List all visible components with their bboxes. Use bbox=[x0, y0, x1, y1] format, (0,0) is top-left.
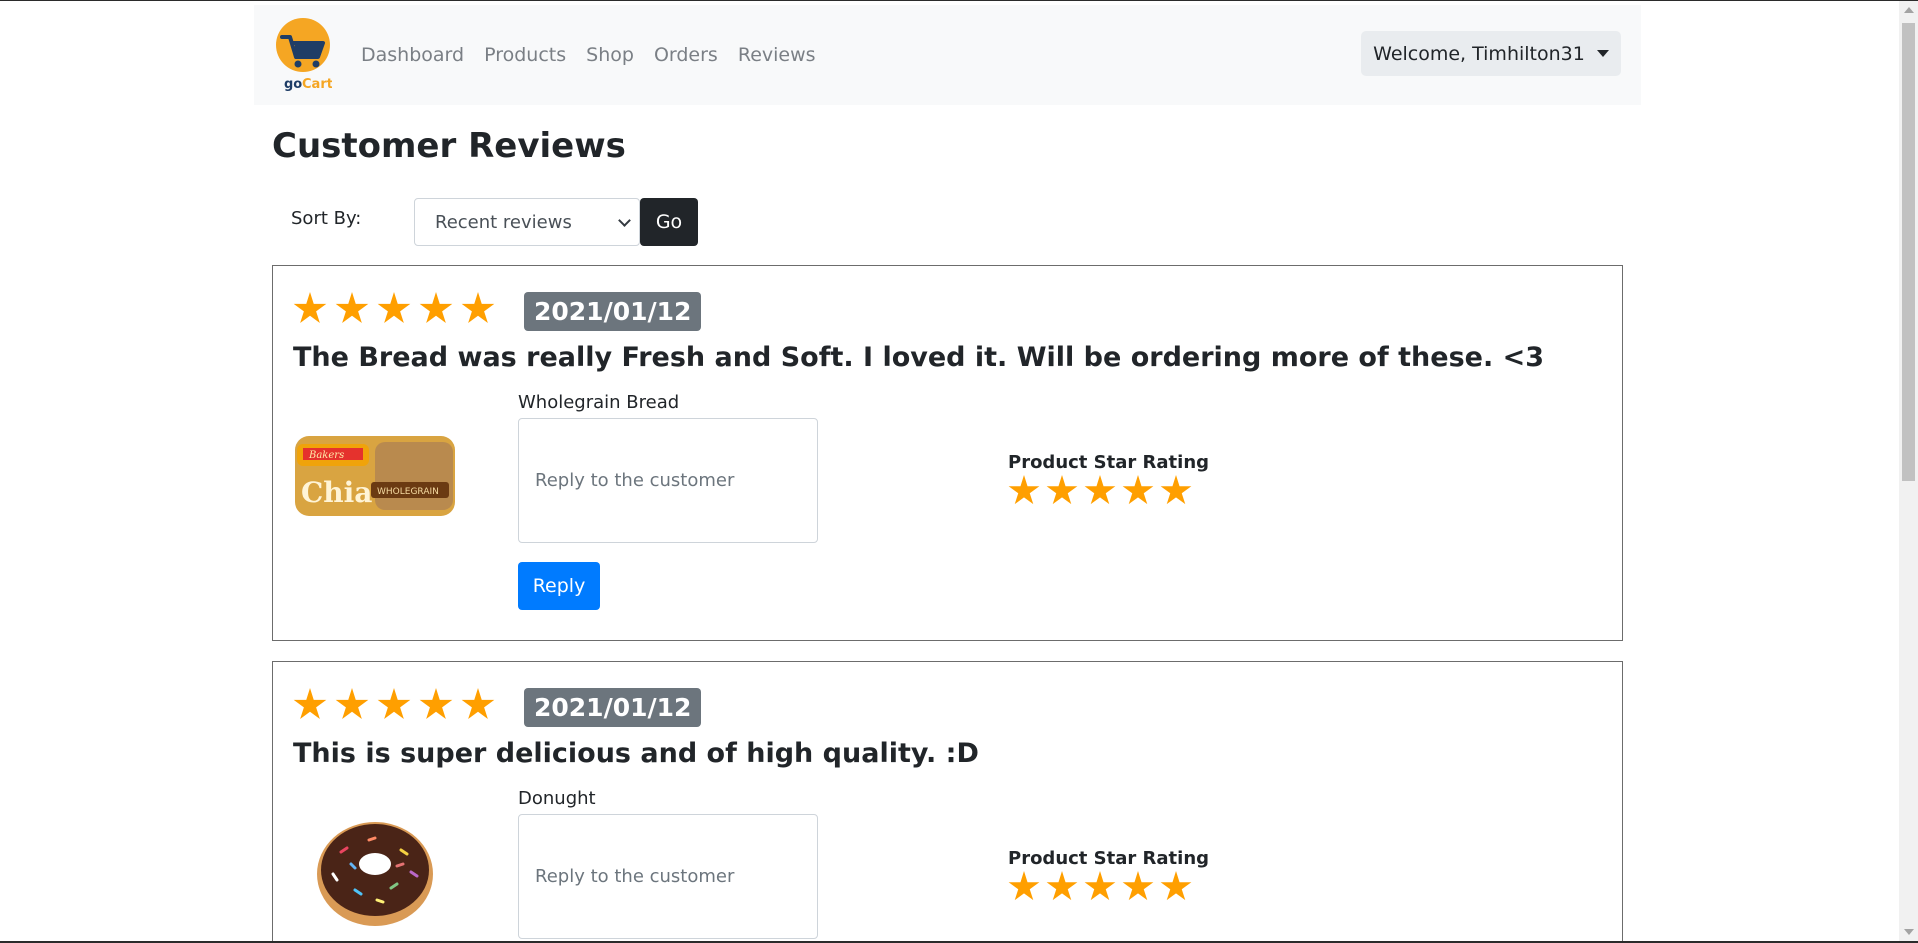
nav-link-dashboard[interactable]: Dashboard bbox=[361, 44, 464, 66]
product-rating-stars bbox=[1008, 475, 1209, 507]
star-icon bbox=[1008, 871, 1040, 901]
star-icon bbox=[419, 292, 453, 323]
bread-product-image: Bakers Chia WHOLEGRAIN bbox=[295, 436, 455, 516]
page-title: Customer Reviews bbox=[272, 126, 626, 166]
svg-text:Cart: Cart bbox=[302, 77, 332, 92]
review-card: 2021/01/12 The Bread was really Fresh an… bbox=[272, 265, 1623, 641]
star-icon bbox=[377, 292, 411, 323]
sort-selected-value: Recent reviews bbox=[435, 211, 572, 233]
product-rating: Product Star Rating bbox=[1008, 848, 1209, 903]
reply-input[interactable]: Reply to the customer bbox=[518, 814, 818, 939]
go-button[interactable]: Go bbox=[640, 198, 698, 246]
review-card: 2021/01/12 This is super delicious and o… bbox=[272, 661, 1623, 943]
review-text: This is super delicious and of high qual… bbox=[293, 738, 979, 769]
nav-links: Dashboard Products Shop Orders Reviews bbox=[361, 5, 836, 105]
star-icon bbox=[1084, 475, 1116, 505]
svg-text:Bakers: Bakers bbox=[308, 450, 344, 461]
vertical-scrollbar[interactable] bbox=[1899, 1, 1918, 941]
chevron-down-icon bbox=[618, 214, 631, 227]
star-icon bbox=[1046, 871, 1078, 901]
star-icon bbox=[377, 688, 411, 719]
svg-text:go: go bbox=[284, 77, 302, 92]
product-name: Donught bbox=[518, 788, 596, 809]
star-icon bbox=[1160, 475, 1192, 505]
nav-link-reviews[interactable]: Reviews bbox=[738, 44, 816, 66]
scrollbar-thumb[interactable] bbox=[1902, 23, 1915, 481]
review-date-badge: 2021/01/12 bbox=[524, 292, 702, 331]
sort-label: Sort By: bbox=[291, 208, 362, 229]
product-rating-label: Product Star Rating bbox=[1008, 848, 1210, 869]
sort-select[interactable]: Recent reviews bbox=[414, 198, 640, 246]
nav-link-orders[interactable]: Orders bbox=[654, 44, 718, 66]
reply-input[interactable]: Reply to the customer bbox=[518, 418, 818, 543]
user-menu-label: Welcome, Timhilton31 bbox=[1373, 42, 1585, 65]
star-icon bbox=[1008, 475, 1040, 505]
review-text: The Bread was really Fresh and Soft. I l… bbox=[293, 342, 1545, 373]
user-menu-dropdown[interactable]: Welcome, Timhilton31 bbox=[1361, 31, 1621, 76]
star-icon bbox=[1046, 475, 1078, 505]
review-stars bbox=[293, 292, 503, 326]
star-icon bbox=[1122, 475, 1154, 505]
star-icon bbox=[293, 292, 327, 323]
star-icon bbox=[335, 292, 369, 323]
review-date-badge: 2021/01/12 bbox=[524, 688, 702, 727]
star-icon bbox=[1084, 871, 1116, 901]
donut-product-image bbox=[317, 822, 433, 926]
star-icon bbox=[1122, 871, 1154, 901]
scroll-up-icon[interactable] bbox=[1904, 7, 1914, 13]
product-rating-stars bbox=[1008, 871, 1209, 903]
review-stars bbox=[293, 688, 503, 722]
star-icon bbox=[461, 688, 495, 719]
product-rating-label: Product Star Rating bbox=[1008, 452, 1210, 473]
svg-text:WHOLEGRAIN: WHOLEGRAIN bbox=[377, 487, 439, 497]
nav-link-shop[interactable]: Shop bbox=[586, 44, 634, 66]
product-name: Wholegrain Bread bbox=[518, 392, 680, 413]
caret-down-icon bbox=[1596, 50, 1609, 57]
product-rating: Product Star Rating bbox=[1008, 452, 1209, 507]
star-icon bbox=[419, 688, 453, 719]
reply-button[interactable]: Reply bbox=[518, 562, 600, 610]
star-icon bbox=[1160, 871, 1192, 901]
nav-link-products[interactable]: Products bbox=[484, 44, 566, 66]
window-top-border bbox=[0, 0, 1918, 1]
navbar: go Cart Dashboard Products Shop Orders R… bbox=[254, 5, 1641, 105]
product-image-label: Chia bbox=[301, 476, 372, 509]
star-icon bbox=[335, 688, 369, 719]
star-icon bbox=[461, 292, 495, 323]
scroll-down-icon[interactable] bbox=[1904, 929, 1914, 935]
star-icon bbox=[293, 688, 327, 719]
gocart-logo[interactable]: go Cart bbox=[274, 17, 332, 93]
